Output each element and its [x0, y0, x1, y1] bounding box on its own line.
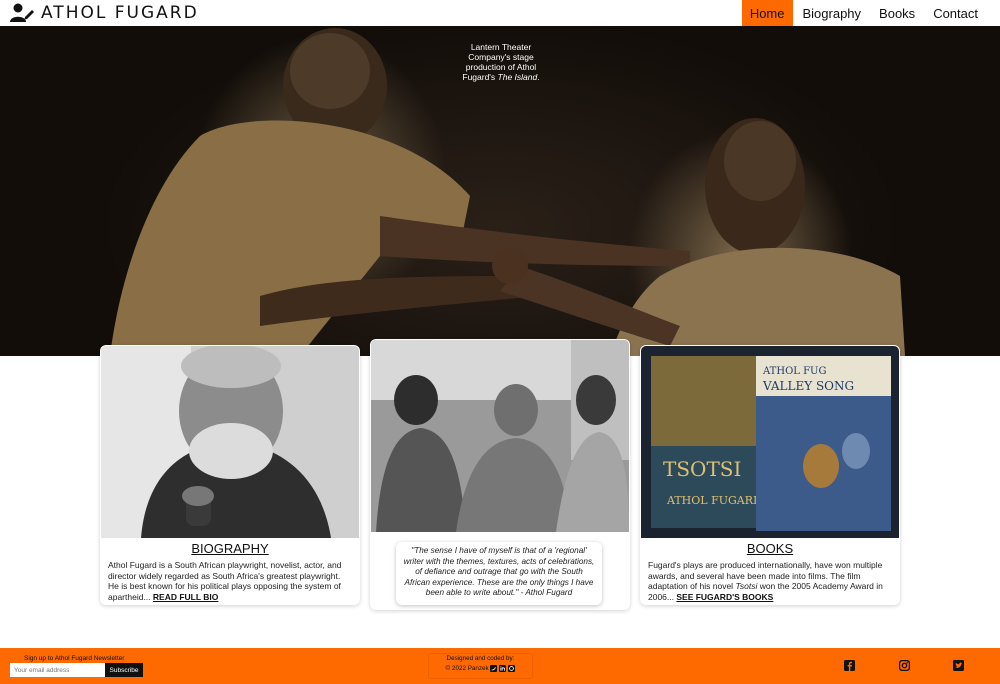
user-pen-icon	[10, 3, 34, 22]
nav-contact[interactable]: Contact	[925, 0, 986, 26]
biography-title[interactable]: BIOGRAPHY	[100, 541, 360, 556]
biography-portrait-image	[101, 346, 359, 538]
top-navbar: ATHOL FUGARD Home Biography Books Contac…	[0, 0, 1000, 26]
fugard-quote: "The sense I have of myself is that of a…	[396, 542, 602, 605]
newsletter-email-input[interactable]	[10, 663, 105, 677]
github-icon[interactable]	[508, 664, 516, 672]
linkedin-icon[interactable]	[499, 664, 507, 672]
biography-text: Athol Fugard is a South African playwrig…	[100, 556, 360, 602]
facebook-icon[interactable]	[844, 660, 855, 671]
quote-card: "The sense I have of myself is that of a…	[370, 339, 630, 610]
books-title[interactable]: BOOKS	[640, 541, 900, 556]
book-tsotsi-author: ATHOL FUGARD	[666, 494, 762, 507]
hero-image: Lantern Theater Company's stage producti…	[0, 26, 1000, 356]
books-text: Fugard's plays are produced internationa…	[640, 556, 900, 602]
biography-summary: Athol Fugard is a South African playwrig…	[108, 560, 342, 602]
footer: Sign up to Athol Fugard Newsletter Subsc…	[0, 648, 1000, 684]
book-valley-title: VALLEY SONG	[762, 379, 854, 393]
brand[interactable]: ATHOL FUGARD	[0, 3, 199, 23]
biography-card: BIOGRAPHY Athol Fugard is a South Africa…	[100, 345, 360, 605]
book-valley-author: ATHOL FUG	[762, 366, 826, 377]
read-full-bio-link[interactable]: READ FULL BIO	[153, 592, 218, 602]
copyright-text: © 2022 Panzek	[445, 665, 489, 672]
books-summary-tsotsi: Tsotsi	[735, 581, 758, 591]
book-tsotsi-title: TSOTSI	[663, 457, 741, 481]
instagram-icon[interactable]	[899, 660, 910, 671]
hero-caption-play-title: The Island	[497, 72, 538, 82]
twitter-icon[interactable]	[490, 664, 498, 672]
site-title: ATHOL FUGARD	[41, 3, 199, 23]
books-card: TSOTSI ATHOL FUGARD ATHOL FUG VALLEY SON…	[640, 345, 900, 605]
credit-copyright-row: © 2022 Panzek	[429, 664, 532, 674]
nav-books[interactable]: Books	[871, 0, 923, 26]
hero-caption: Lantern Theater Company's stage producti…	[455, 42, 547, 82]
nav-links: Home Biography Books Contact	[740, 0, 986, 26]
hero-caption-end: .	[537, 72, 540, 82]
credit-line: Designed and coded by:	[446, 655, 515, 662]
see-fugards-books-link[interactable]: SEE FUGARD'S BOOKS	[676, 592, 773, 602]
books-photo: TSOTSI ATHOL FUGARD ATHOL FUG VALLEY SON…	[641, 346, 899, 538]
nav-home[interactable]: Home	[741, 0, 793, 26]
newsletter-label: Sign up to Athol Fugard Newsletter	[24, 655, 125, 662]
nav-biography[interactable]: Biography	[795, 0, 870, 26]
subscribe-button[interactable]: Subscribe	[105, 663, 143, 677]
credit-box: Designed and coded by: © 2022 Panzek	[428, 653, 533, 679]
twitter-square-icon[interactable]	[953, 660, 964, 671]
fugard-with-actors-photo	[371, 340, 629, 532]
